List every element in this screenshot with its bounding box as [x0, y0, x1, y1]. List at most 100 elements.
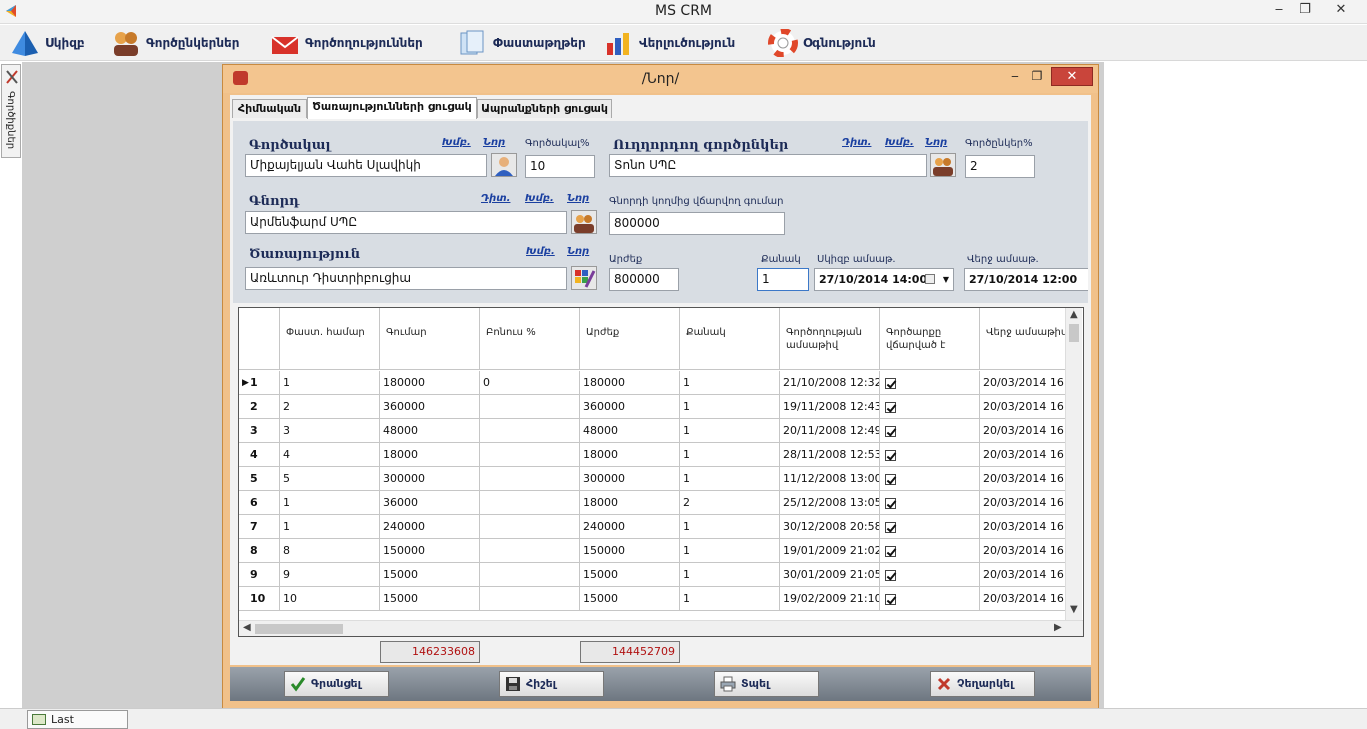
table-cell[interactable]: 15000 — [580, 587, 680, 611]
column-header[interactable]: Գումար — [380, 308, 480, 370]
service-new-link[interactable]: Նոր — [567, 246, 589, 257]
table-cell[interactable] — [880, 539, 980, 563]
table-cell[interactable]: 3 — [280, 419, 380, 443]
table-cell[interactable]: 240000 — [380, 515, 480, 539]
table-cell[interactable]: 1 — [680, 443, 780, 467]
scroll-right-icon[interactable]: ▶ — [1054, 622, 1062, 633]
table-cell[interactable]: 8 — [280, 539, 380, 563]
referrer-edit-link[interactable]: Խմբ. — [885, 137, 914, 148]
paid-checkbox[interactable] — [885, 569, 896, 581]
buyer-edit-link[interactable]: Խմբ. — [525, 193, 554, 204]
table-cell[interactable]: 4 — [280, 443, 380, 467]
table-cell[interactable]: 5 — [280, 467, 380, 491]
table-cell[interactable]: 150000 — [380, 539, 480, 563]
table-cell[interactable] — [480, 467, 580, 491]
service-picker-button[interactable] — [571, 266, 597, 290]
dialog-maximize-button[interactable]: ❐ — [1023, 68, 1051, 86]
table-cell[interactable]: 19/11/2008 12:43 — [780, 395, 880, 419]
paid-checkbox[interactable] — [885, 425, 896, 437]
cancel-button[interactable]: Չեղարկել — [930, 671, 1035, 697]
maximize-button[interactable]: ❐ — [1290, 0, 1320, 22]
table-cell[interactable]: 30/01/2009 21:05 — [780, 563, 880, 587]
scroll-left-icon[interactable]: ◀ — [243, 622, 251, 633]
tab-products[interactable]: Ապրանքների ցուցակ — [477, 99, 612, 118]
column-header[interactable]: Վերջ ամսաթիվ — [980, 308, 1070, 370]
table-cell[interactable]: 18000 — [580, 443, 680, 467]
end-date-field[interactable]: 27/10/2014 12:00 — [964, 268, 1088, 291]
table-cell[interactable]: 300000 — [580, 467, 680, 491]
paid-checkbox[interactable] — [885, 521, 896, 533]
table-cell[interactable] — [480, 419, 580, 443]
paid-checkbox[interactable] — [885, 593, 896, 605]
row-number[interactable]: 2 — [239, 395, 280, 419]
table-cell[interactable]: 1 — [280, 371, 380, 395]
table-cell[interactable]: 1 — [680, 395, 780, 419]
paid-checkbox[interactable] — [885, 473, 896, 485]
menu-partners[interactable]: Գործընկերներ — [111, 28, 239, 58]
table-cell[interactable] — [480, 443, 580, 467]
row-number[interactable]: 6 — [239, 491, 280, 515]
table-cell[interactable]: 28/11/2008 12:53 — [780, 443, 880, 467]
table-cell[interactable]: 1 — [280, 515, 380, 539]
table-cell[interactable] — [480, 491, 580, 515]
table-cell[interactable]: 2 — [680, 491, 780, 515]
table-cell[interactable]: 2 — [280, 395, 380, 419]
menu-documents[interactable]: Փաստաթղթեր — [458, 28, 586, 58]
horizontal-scroll-thumb[interactable] — [255, 624, 343, 634]
menu-analysis[interactable]: Վերլուծություն — [604, 28, 735, 58]
tab-main[interactable]: Հիմնական — [232, 99, 307, 118]
referrer-field[interactable]: Տոնո ՍՊԸ — [609, 154, 927, 177]
vertical-scroll-thumb[interactable] — [1069, 324, 1079, 342]
scroll-up-icon[interactable]: ▲ — [1070, 309, 1078, 320]
agent-edit-link[interactable]: Խմբ. — [442, 137, 471, 148]
chevron-down-icon[interactable]: ▼ — [943, 269, 949, 290]
table-cell[interactable]: 1 — [680, 539, 780, 563]
table-cell[interactable]: 19/02/2009 21:10 — [780, 587, 880, 611]
table-cell[interactable] — [480, 539, 580, 563]
table-cell[interactable]: 1 — [680, 587, 780, 611]
buyer-new-link[interactable]: Նոր — [567, 193, 589, 204]
tab-services[interactable]: Ծառայությունների ցուցակ — [307, 97, 477, 119]
table-cell[interactable]: 1 — [680, 563, 780, 587]
buyer-picker-button[interactable] — [571, 210, 597, 234]
table-cell[interactable]: 1 — [680, 515, 780, 539]
remember-button[interactable]: Հիշել — [499, 671, 604, 697]
column-header[interactable]: Արժեք — [580, 308, 680, 370]
table-cell[interactable]: 360000 — [380, 395, 480, 419]
quantity-field[interactable]: 1 — [757, 268, 809, 291]
table-cell[interactable]: 150000 — [580, 539, 680, 563]
table-cell[interactable]: 180000 — [580, 371, 680, 395]
table-cell[interactable] — [880, 515, 980, 539]
table-cell[interactable] — [880, 395, 980, 419]
table-cell[interactable]: 360000 — [580, 395, 680, 419]
table-cell[interactable] — [880, 563, 980, 587]
table-cell[interactable]: 20/03/2014 16:30 — [980, 539, 1070, 563]
row-number[interactable]: 9 — [239, 563, 280, 587]
row-number[interactable]: 7 — [239, 515, 280, 539]
menu-help[interactable]: Օգնություն — [768, 28, 876, 58]
table-cell[interactable] — [480, 395, 580, 419]
horizontal-scrollbar[interactable]: ◀ ▶ — [239, 620, 1083, 636]
table-cell[interactable] — [880, 467, 980, 491]
table-cell[interactable]: 18000 — [580, 491, 680, 515]
save-button[interactable]: Գրանցել — [284, 671, 389, 697]
column-header[interactable]: Գործողության ամսաթիվ — [780, 308, 880, 370]
buyer-paid-field[interactable]: 800000 — [609, 212, 785, 235]
table-cell[interactable]: 300000 — [380, 467, 480, 491]
table-cell[interactable]: 15000 — [380, 587, 480, 611]
referrer-new-link[interactable]: Նոր — [925, 137, 947, 148]
column-header[interactable]: Փաստ. համար — [280, 308, 380, 370]
table-cell[interactable]: 1 — [680, 419, 780, 443]
table-cell[interactable]: 1 — [280, 491, 380, 515]
start-date-field[interactable]: 27/10/2014 14:00 ▼ — [814, 268, 954, 291]
row-number[interactable]: 8 — [239, 539, 280, 563]
table-cell[interactable]: 36000 — [380, 491, 480, 515]
table-cell[interactable]: 0 — [480, 371, 580, 395]
menu-actions[interactable]: Գործողություններ — [270, 28, 423, 58]
paid-checkbox[interactable] — [885, 377, 896, 389]
table-cell[interactable]: 11/12/2008 13:00 — [780, 467, 880, 491]
agent-new-link[interactable]: Նոր — [483, 137, 505, 148]
column-header[interactable]: Քանակ — [680, 308, 780, 370]
service-edit-link[interactable]: Խմբ. — [526, 246, 555, 257]
table-cell[interactable]: 18000 — [380, 443, 480, 467]
